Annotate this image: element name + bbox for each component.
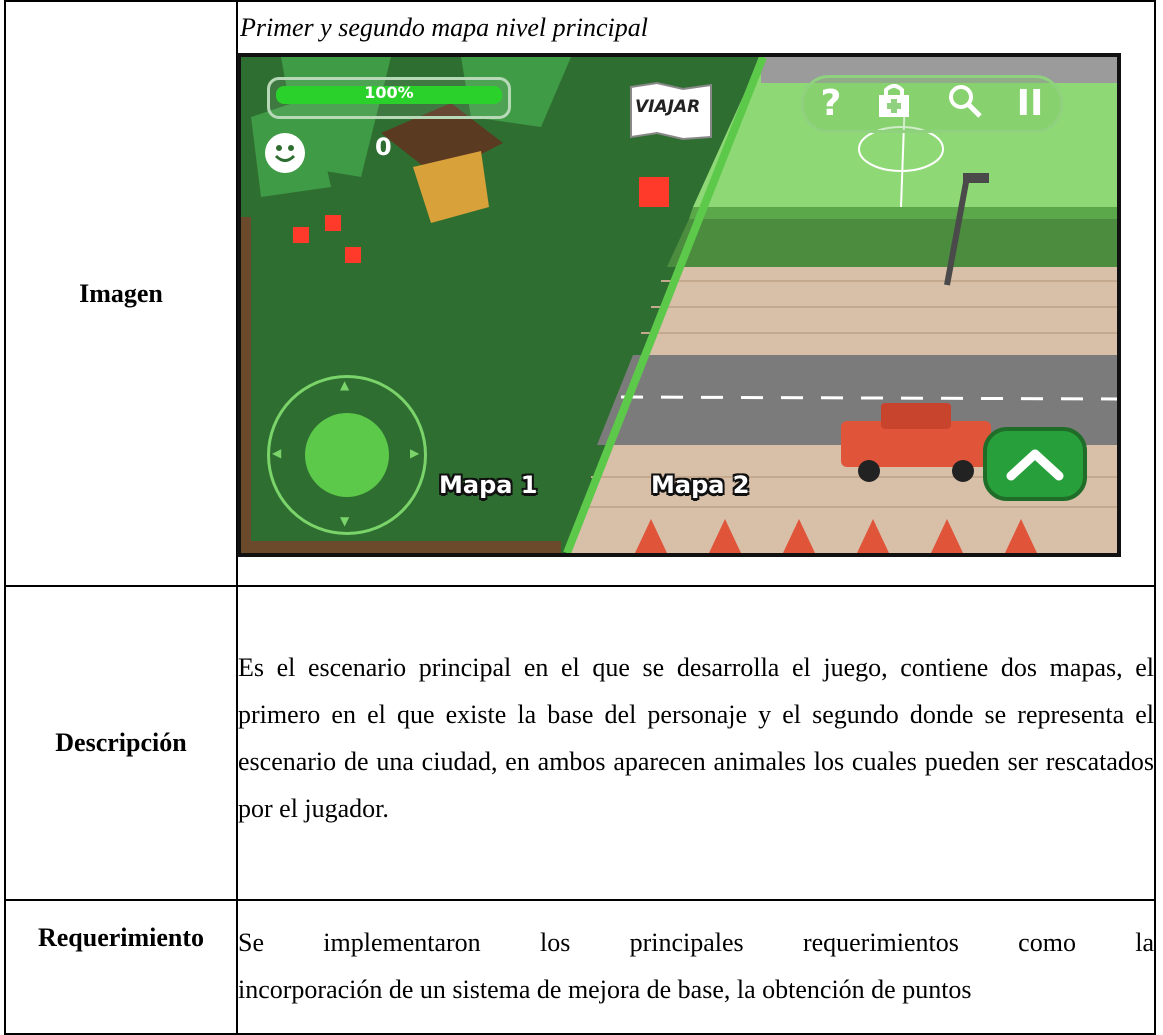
requirement-text: Se implementaron los principales requeri… — [238, 919, 1154, 1013]
search-icon[interactable] — [946, 82, 984, 127]
table-row-descripcion: Descripción Es el escenario principal en… — [4, 585, 1156, 901]
chevron-up-icon — [1006, 449, 1064, 481]
row-label-descripcion: Descripción — [4, 585, 238, 901]
travel-button[interactable]: VIAJAR — [629, 81, 713, 141]
joystick-left-arrow-icon: ◀ — [272, 446, 282, 460]
row-content-imagen: Primer y segundo mapa nivel principal 10… — [236, 0, 1156, 587]
table-row-imagen: Imagen Primer y segundo mapa nivel princ… — [4, 0, 1156, 587]
smiley-icon — [265, 133, 305, 173]
game-toolbar: ? II — [801, 75, 1063, 133]
spec-table: Imagen Primer y segundo mapa nivel princ… — [4, 0, 1156, 1035]
requirement-text-line1: Se implementaron los principales requeri… — [238, 928, 1154, 957]
joystick-right-arrow-icon: ▶ — [410, 446, 420, 460]
pause-icon[interactable]: II — [1017, 86, 1044, 122]
row-label-imagen: Imagen — [4, 0, 238, 587]
jump-button[interactable] — [983, 427, 1087, 501]
joystick-down-arrow-icon: ▼ — [340, 514, 350, 528]
row-content-requerimiento: Se implementaron los principales requeri… — [236, 899, 1156, 1035]
requirement-text-line2: incorporación de un sistema de mejora de… — [238, 975, 972, 1004]
table-row-requerimiento: Requerimiento Se implementaron los princ… — [4, 899, 1156, 1035]
map1-label: Mapa 1 — [439, 471, 538, 499]
joystick-knob[interactable] — [305, 413, 389, 497]
row-label-requerimiento: Requerimiento — [4, 899, 238, 1035]
health-percent: 100% — [364, 83, 414, 102]
game-screenshot: 100% 0 VIAJAR ? II ▲ ▼ ◀ ▶ Mapa 1 Mapa 2 — [237, 53, 1121, 557]
description-text: Es el escenario principal en el que se d… — [238, 653, 1154, 823]
joystick-up-arrow-icon: ▲ — [340, 378, 350, 392]
travel-button-label: VIAJAR — [635, 97, 701, 117]
map2-label: Mapa 2 — [651, 471, 750, 499]
shop-icon[interactable] — [875, 83, 913, 126]
figure-caption: Primer y segundo mapa nivel principal — [240, 13, 648, 42]
help-icon[interactable]: ? — [821, 86, 842, 122]
health-bar: 100% — [267, 77, 511, 119]
row-content-descripcion: Es el escenario principal en el que se d… — [236, 585, 1156, 901]
joystick[interactable]: ▲ ▼ ◀ ▶ — [267, 375, 427, 535]
rescue-score: 0 — [375, 133, 392, 161]
